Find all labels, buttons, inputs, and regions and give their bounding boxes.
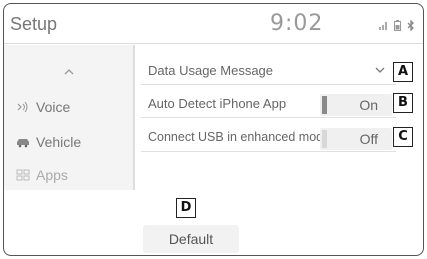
sidebar-item-label: Voice [36,99,71,115]
callout-badge-c: C [393,127,413,147]
setting-label: Data Usage Message [148,63,274,78]
setting-connect-usb-enhanced: Connect USB in enhanced mode. Off [141,124,396,152]
chevron-up-icon[interactable] [64,67,74,77]
setup-screen: Setup 9:02 Voice Vehicle Apps Data Usage… [3,3,424,256]
sidebar-item-label: Apps [36,167,68,183]
signal-icon [379,21,388,30]
callout-badge-a: A [393,62,413,82]
default-button[interactable]: Default [143,225,239,253]
status-bar [379,20,415,31]
toggle-value: On [359,97,378,113]
battery-icon [394,20,401,31]
page-title: Setup [10,14,58,34]
apps-icon [16,169,30,181]
bluetooth-icon [407,20,414,31]
sidebar-item-vehicle[interactable]: Vehicle [16,131,131,153]
setting-data-usage-message[interactable]: Data Usage Message [141,57,396,85]
setting-label: Connect USB in enhanced mode. [148,130,334,144]
voice-icon [17,101,28,113]
connect-usb-toggle[interactable]: Off [320,128,392,150]
chevron-down-icon[interactable] [374,65,386,75]
setting-label: Auto Detect iPhone App [148,96,287,111]
header: Setup 9:02 [4,4,423,44]
auto-detect-toggle[interactable]: On [320,94,392,116]
sidebar: Voice Vehicle Apps [4,45,135,190]
setting-auto-detect-iphone-app: Auto Detect iPhone App On [141,90,396,118]
sidebar-item-voice[interactable]: Voice [16,96,131,118]
toggle-value: Off [359,131,378,147]
sidebar-item-label: Vehicle [36,134,82,150]
callout-badge-d: D [176,198,196,218]
vehicle-icon [17,139,29,148]
sidebar-item-apps[interactable]: Apps [16,164,131,186]
callout-badge-b: B [393,93,413,113]
clock: 9:02 [270,11,324,36]
